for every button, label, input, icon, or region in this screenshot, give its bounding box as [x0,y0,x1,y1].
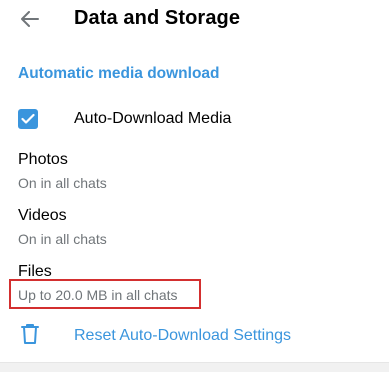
auto-download-media-toggle[interactable]: Auto-Download Media [0,100,389,138]
setting-item-subtitle: Up to 20.0 MB in all chats [18,287,178,303]
section-title: Automatic media download [18,65,220,82]
setting-item-subtitle: On in all chats [18,175,107,191]
setting-item-files[interactable]: Files Up to 20.0 MB in all chats [0,263,389,309]
reset-label: Reset Auto-Download Settings [74,327,292,344]
reset-auto-download-button[interactable]: Reset Auto-Download Settings [0,318,389,352]
trash-icon [21,324,39,344]
back-button[interactable] [18,8,42,30]
auto-download-label: Auto-Download Media [74,110,232,127]
setting-item-photos[interactable]: Photos On in all chats [0,151,389,197]
setting-item-videos[interactable]: Videos On in all chats [0,207,389,253]
setting-item-title: Videos [18,207,67,224]
header: Data and Storage [0,0,389,40]
setting-item-title: Files [18,263,52,280]
page-title: Data and Storage [74,7,241,29]
arrow-left-icon [21,11,39,27]
auto-download-checkbox[interactable] [18,109,38,129]
setting-item-subtitle: On in all chats [18,231,107,247]
checkmark-icon [21,113,35,124]
bottom-divider [0,362,389,372]
data-and-storage-screen: Data and Storage Automatic media downloa… [0,0,389,372]
setting-item-title: Photos [18,151,68,168]
